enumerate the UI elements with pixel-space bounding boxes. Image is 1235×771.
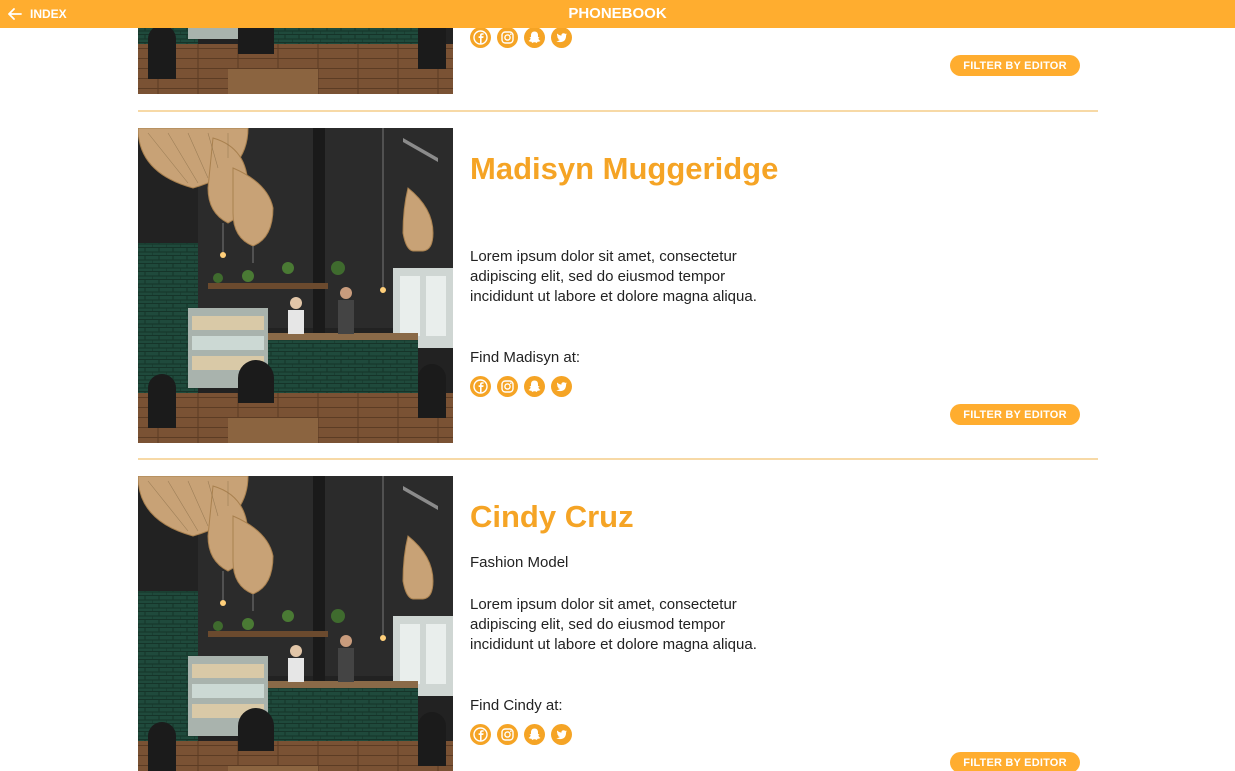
filter-by-editor-button[interactable]: FILTER BY EDITOR xyxy=(950,55,1080,76)
twitter-icon[interactable] xyxy=(551,376,572,397)
social-links xyxy=(470,724,572,745)
social-links xyxy=(470,376,572,397)
card-divider xyxy=(138,110,1098,112)
facebook-icon[interactable] xyxy=(470,28,491,48)
app-header: INDEX PHONEBOOK xyxy=(0,0,1235,28)
contact-card: Madisyn Muggeridge Lorem ipsum dolor sit… xyxy=(138,128,1098,443)
contact-bio: Lorem ipsum dolor sit amet, consectetur … xyxy=(470,248,757,305)
contact-card: FILTER BY EDITOR xyxy=(138,28,1098,94)
twitter-icon[interactable] xyxy=(551,28,572,48)
twitter-icon[interactable] xyxy=(551,724,572,745)
instagram-icon[interactable] xyxy=(497,28,518,48)
facebook-icon[interactable] xyxy=(470,376,491,397)
contact-photo xyxy=(138,28,453,94)
instagram-icon[interactable] xyxy=(497,724,518,745)
filter-by-editor-button[interactable]: FILTER BY EDITOR xyxy=(950,752,1080,771)
contact-list[interactable]: FILTER BY EDITOR Madisyn Muggeridge Lore… xyxy=(0,28,1235,771)
snapchat-icon[interactable] xyxy=(524,724,545,745)
contact-photo xyxy=(138,476,453,771)
page-title: PHONEBOOK xyxy=(568,5,667,22)
contact-bio: Lorem ipsum dolor sit amet, consectetur … xyxy=(470,596,757,653)
snapchat-icon[interactable] xyxy=(524,376,545,397)
contact-photo xyxy=(138,128,453,443)
filter-by-editor-button[interactable]: FILTER BY EDITOR xyxy=(950,404,1080,425)
facebook-icon[interactable] xyxy=(470,724,491,745)
snapchat-icon[interactable] xyxy=(524,28,545,48)
card-divider xyxy=(138,458,1098,460)
instagram-icon[interactable] xyxy=(497,376,518,397)
contact-name: Cindy Cruz xyxy=(470,499,634,534)
social-links xyxy=(470,28,572,48)
find-label: Find Madisyn at: xyxy=(470,349,581,366)
find-label: Find Cindy at: xyxy=(470,697,563,714)
contact-subtitle: Fashion Model xyxy=(470,554,569,571)
contact-name: Madisyn Muggeridge xyxy=(470,151,779,186)
contact-card: Cindy Cruz Fashion Model Lorem ipsum dol… xyxy=(138,476,1098,771)
